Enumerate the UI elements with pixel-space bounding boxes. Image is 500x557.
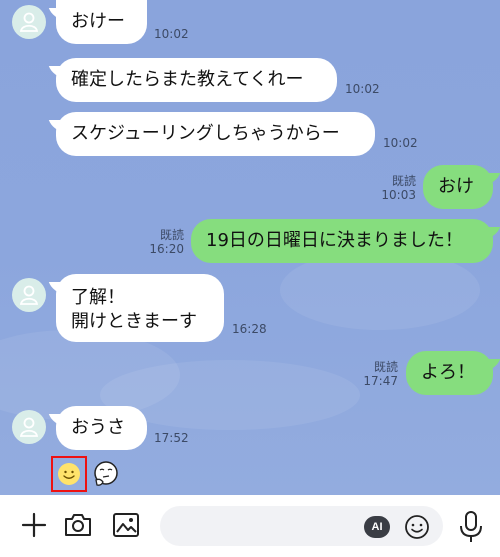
contact-avatar[interactable] [12, 5, 46, 39]
message-time: 16:28 [232, 322, 267, 336]
message-text: 了解！ 開けときまーす [71, 287, 197, 332]
read-status: 既読 [159, 228, 184, 242]
message-time: 10:03 [381, 188, 416, 202]
message-text: 19日の日曜日に決まりました！ [206, 230, 463, 251]
person-icon [20, 285, 38, 305]
message-meta: 既読 17:47 [363, 360, 398, 388]
message-time: 17:52 [154, 431, 189, 445]
message-text: おけー [71, 11, 125, 32]
message-text: おうさ [71, 417, 125, 438]
message-bubble-incoming[interactable]: おうさ [56, 406, 147, 450]
message-text: 確定したらまた教えてくれー [71, 69, 304, 90]
camera-icon[interactable] [63, 510, 93, 540]
message-bubble-incoming[interactable]: 了解！ 開けときまーす [56, 274, 224, 342]
message-bubble-outgoing[interactable]: 19日の日曜日に決まりました！ [191, 219, 493, 263]
message-input[interactable] [160, 506, 443, 546]
plus-icon[interactable] [20, 511, 48, 539]
microphone-icon[interactable] [458, 510, 484, 544]
smile-emoji-icon[interactable] [57, 462, 81, 486]
message-bubble-incoming[interactable]: おけー [56, 0, 147, 44]
person-icon [20, 417, 38, 437]
chat-area[interactable]: おけー 10:02 確定したらまた教えてくれー 10:02 スケジューリングしち… [0, 0, 500, 495]
contact-avatar[interactable] [12, 278, 46, 312]
message-time: 10:02 [154, 27, 189, 41]
message-time: 10:02 [345, 82, 380, 96]
contact-avatar[interactable] [12, 410, 46, 444]
message-text: よろ！ [421, 362, 475, 383]
message-meta: 既読 16:20 [149, 228, 184, 256]
message-bubble-incoming[interactable]: 確定したらまた教えてくれー [56, 58, 337, 102]
read-status: 既読 [391, 174, 416, 188]
message-time: 10:02 [383, 136, 418, 150]
message-bubble-outgoing[interactable]: おけ [423, 165, 493, 209]
thinking-emoji-icon[interactable] [92, 460, 120, 488]
emoji-icon[interactable] [403, 513, 431, 541]
message-bubble-incoming[interactable]: スケジューリングしちゃうからー [56, 112, 375, 156]
message-time: 16:20 [149, 242, 184, 256]
message-text: スケジューリングしちゃうからー [71, 123, 340, 144]
person-icon [20, 12, 38, 32]
message-text: おけ [438, 176, 474, 197]
image-icon[interactable] [111, 510, 141, 540]
ai-button[interactable]: AI [364, 516, 390, 538]
message-meta: 既読 10:03 [381, 174, 416, 202]
message-time: 17:47 [363, 374, 398, 388]
message-bubble-outgoing[interactable]: よろ！ [406, 351, 493, 395]
reaction-highlight[interactable] [51, 456, 87, 492]
read-status: 既読 [373, 360, 398, 374]
